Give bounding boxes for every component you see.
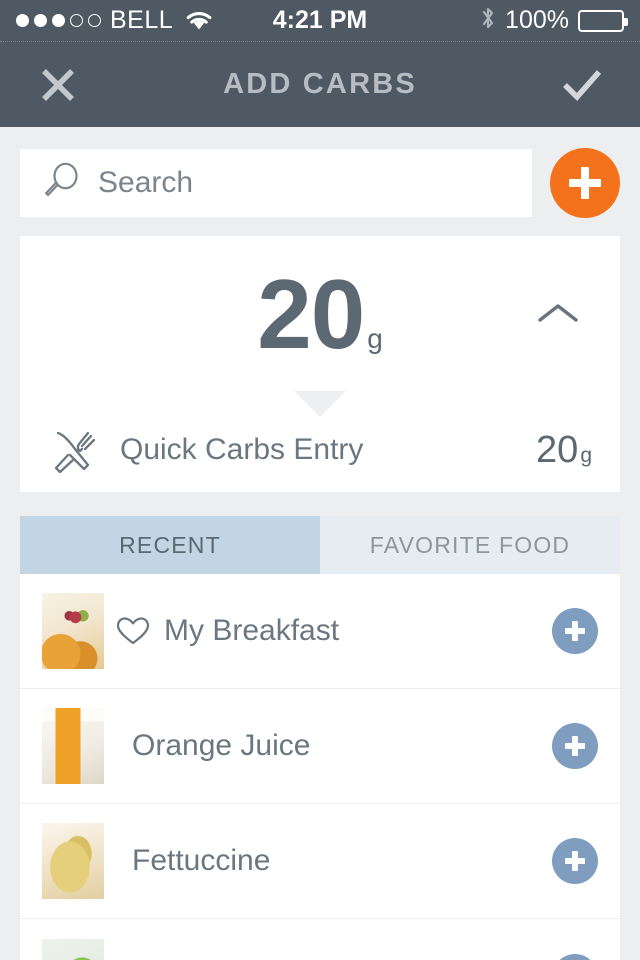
status-bar: BELL 4:21 PM 100%: [0, 0, 640, 42]
heart-outline-icon: [116, 616, 150, 646]
navigation-bar: ADD CARBS: [0, 42, 640, 127]
tab-recent[interactable]: RECENT: [20, 516, 320, 574]
quick-carbs-entry-amount: 20 g: [536, 429, 592, 472]
food-thumbnail: [42, 708, 104, 784]
signal-dot-1: [16, 14, 29, 27]
quick-amount-value: 20: [536, 428, 579, 471]
chevron-up-icon[interactable]: [534, 290, 582, 338]
plus-icon: [565, 621, 585, 641]
search-magnifier-icon: [42, 161, 82, 206]
signal-dot-5: [88, 14, 101, 27]
list-item[interactable]: Fettuccine: [20, 804, 620, 919]
food-name-label: Fettuccine: [132, 844, 271, 877]
quick-amount-unit: g: [580, 443, 592, 467]
carb-amount-display: 20 g: [257, 265, 383, 363]
card-notch-separator: [20, 391, 620, 408]
app-screen: BELL 4:21 PM 100% ADD CARBS Search 20 g …: [0, 0, 640, 960]
add-food-item-button[interactable]: [552, 608, 598, 654]
signal-dot-3: [52, 14, 65, 27]
page-title: ADD CARBS: [223, 68, 417, 100]
carb-amount-value: 20: [257, 258, 365, 369]
list-item[interactable]: Orange Juice: [20, 689, 620, 804]
food-name-label: Orange Juice: [132, 729, 311, 762]
plus-icon: [565, 851, 585, 871]
carb-amount-unit: g: [367, 322, 383, 354]
signal-dot-2: [34, 14, 47, 27]
signal-dot-4: [70, 14, 83, 27]
food-thumbnail: [42, 938, 104, 960]
add-food-item-button[interactable]: [552, 723, 598, 769]
search-input[interactable]: Search: [20, 149, 532, 217]
tab-favorite-food[interactable]: FAVORITE FOOD: [320, 516, 620, 574]
checkmark-icon[interactable]: [556, 59, 608, 111]
list-item[interactable]: My Breakfast: [20, 574, 620, 689]
status-bar-right: 100%: [480, 5, 628, 36]
status-bar-left: BELL: [16, 6, 214, 35]
search-row: Search: [0, 127, 640, 236]
signal-strength-indicator: [16, 14, 101, 27]
quick-carbs-entry-row[interactable]: Quick Carbs Entry 20 g: [20, 408, 620, 492]
add-food-item-button[interactable]: [552, 838, 598, 884]
plus-icon: [565, 736, 585, 756]
carb-amount-card: 20 g: [20, 236, 620, 391]
food-source-tabs: RECENT FAVORITE FOOD: [20, 516, 620, 574]
bluetooth-icon: [480, 5, 496, 36]
food-name-label: My Breakfast: [164, 614, 340, 647]
quick-carbs-entry-label: Quick Carbs Entry: [120, 433, 364, 466]
wifi-icon: [184, 9, 214, 32]
plus-icon: [569, 167, 601, 199]
add-food-item-button[interactable]: [552, 953, 598, 960]
food-list: My Breakfast Orange Juice Fettuccine: [20, 574, 620, 960]
search-placeholder-text: Search: [98, 166, 194, 199]
food-thumbnail: [42, 593, 104, 669]
close-x-icon[interactable]: [32, 59, 84, 111]
add-food-button[interactable]: [550, 148, 620, 218]
battery-percent-label: 100%: [505, 6, 569, 34]
carrier-label: BELL: [110, 6, 174, 34]
list-item[interactable]: [20, 919, 620, 960]
fork-knife-icon: [48, 425, 100, 475]
food-thumbnail: [42, 823, 104, 899]
battery-full-icon: [578, 9, 628, 32]
